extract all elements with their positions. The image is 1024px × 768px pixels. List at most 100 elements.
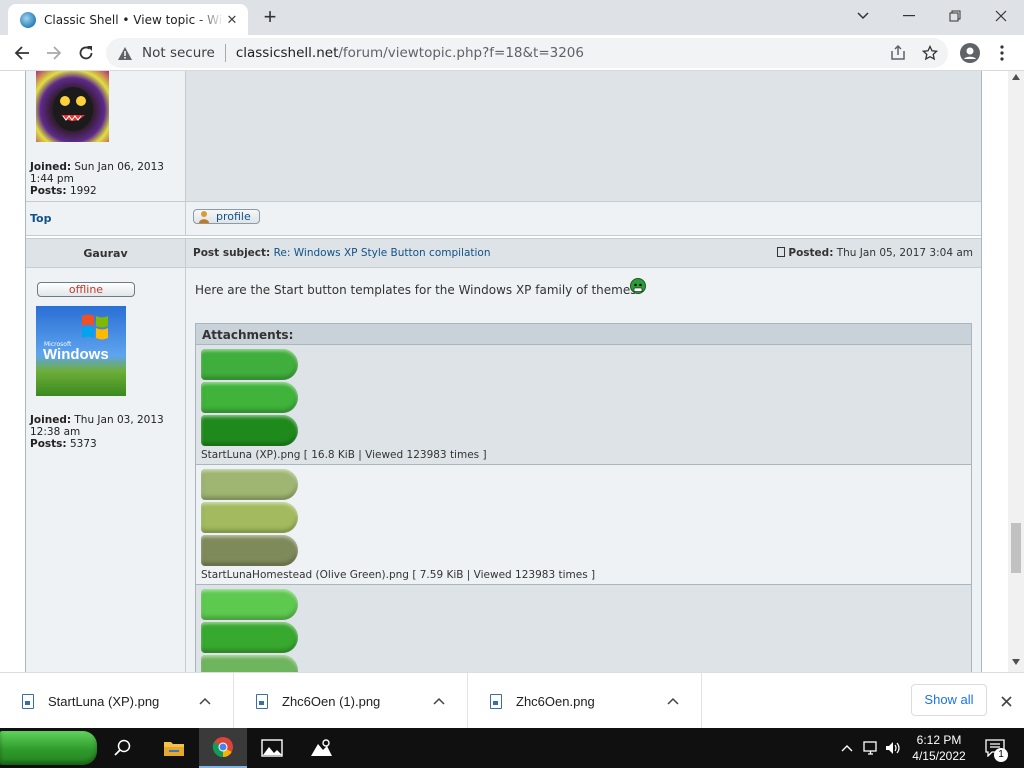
attachment-image[interactable] bbox=[201, 622, 298, 653]
restore-button[interactable] bbox=[932, 0, 978, 32]
paint-app-icon[interactable] bbox=[297, 728, 345, 768]
post-profile: offline Microsoft Windows Joined: Thu Ja… bbox=[26, 268, 185, 672]
chrome-icon[interactable] bbox=[199, 728, 247, 768]
attachment-item[interactable] bbox=[195, 585, 972, 672]
attachment-caption[interactable]: StartLuna (XP).png [ 16.8 KiB | Viewed 1… bbox=[201, 449, 487, 461]
top-link[interactable]: Top bbox=[30, 212, 51, 225]
download-filename: StartLuna (XP).png bbox=[48, 693, 160, 709]
prev-posts-info: Posts: 1992 bbox=[30, 185, 180, 197]
posts-label: Posts: bbox=[30, 185, 67, 197]
browser-toolbar: Not secure classicshell.net/forum/viewto… bbox=[0, 35, 1024, 71]
post-joined-info: Joined: Thu Jan 03, 2013 12:38 am bbox=[30, 414, 180, 438]
post-actions-row: Top profile bbox=[26, 201, 981, 236]
notification-center-icon[interactable]: 1 bbox=[980, 728, 1010, 768]
attachment-image[interactable] bbox=[201, 589, 298, 620]
prev-post-body bbox=[185, 71, 981, 201]
posts-label: Posts: bbox=[30, 438, 67, 450]
profile-avatar-icon[interactable] bbox=[956, 39, 984, 67]
person-icon bbox=[198, 210, 210, 223]
posted-label: Posted: bbox=[788, 247, 834, 259]
tab-title: Classic Shell • View topic - Windows XP … bbox=[44, 12, 224, 27]
joined-label: Joined: bbox=[30, 414, 72, 426]
file-explorer-icon[interactable] bbox=[150, 728, 198, 768]
forward-arrow-icon[interactable] bbox=[40, 39, 68, 67]
windows-xp-avatar[interactable]: Microsoft Windows bbox=[36, 306, 126, 396]
column-divider bbox=[185, 239, 186, 268]
browser-tab[interactable]: Classic Shell • View topic - Windows XP … bbox=[8, 4, 248, 35]
attachment-image[interactable] bbox=[201, 382, 298, 413]
start-button[interactable] bbox=[0, 731, 97, 765]
system-clock[interactable]: 6:12 PM 4/15/2022 bbox=[905, 732, 973, 764]
offline-status-badge: offline bbox=[37, 282, 135, 297]
site-favicon-icon bbox=[20, 11, 36, 28]
avatar[interactable] bbox=[36, 71, 109, 142]
url-path: /forum/viewtopic.php?f=18&t=3206 bbox=[338, 45, 584, 61]
page-scrollbar[interactable] bbox=[1008, 71, 1024, 672]
reload-icon[interactable] bbox=[72, 39, 100, 67]
scroll-up-arrow-icon[interactable] bbox=[1012, 74, 1020, 80]
url-domain: classicshell.net bbox=[235, 45, 339, 61]
address-bar[interactable]: Not secure classicshell.net/forum/viewto… bbox=[106, 38, 948, 68]
download-item[interactable]: Zhc6Oen.png bbox=[468, 673, 702, 729]
network-icon[interactable] bbox=[860, 728, 882, 768]
browser-title-bar: Classic Shell • View topic - Windows XP … bbox=[0, 0, 1024, 35]
chevron-up-icon[interactable] bbox=[663, 692, 683, 710]
profile-button[interactable]: profile bbox=[193, 209, 260, 224]
search-icon[interactable] bbox=[99, 728, 147, 768]
download-item[interactable]: StartLuna (XP).png bbox=[0, 673, 234, 729]
forum-topic-table: Joined: Sun Jan 06, 2013 1:44 pm Posts: … bbox=[25, 71, 982, 672]
post-link-icon[interactable] bbox=[777, 247, 786, 257]
image-file-icon bbox=[22, 693, 34, 709]
url-text[interactable]: classicshell.net/forum/viewtopic.php?f=1… bbox=[236, 45, 584, 61]
close-window-button[interactable] bbox=[978, 0, 1024, 32]
attachment-image[interactable] bbox=[201, 469, 298, 500]
clock-time: 6:12 PM bbox=[916, 733, 962, 747]
tab-search-chevron-icon[interactable] bbox=[840, 0, 886, 32]
attachment-image[interactable] bbox=[201, 655, 298, 672]
share-icon[interactable] bbox=[888, 43, 908, 63]
posts-value: 1992 bbox=[69, 185, 97, 197]
prev-post-profile: Joined: Sun Jan 06, 2013 1:44 pm Posts: … bbox=[26, 71, 185, 201]
posted-value: Thu Jan 05, 2017 3:04 am bbox=[836, 247, 973, 259]
attachments-header: Attachments: bbox=[195, 323, 972, 345]
post-text: Here are the Start button templates for … bbox=[195, 283, 637, 297]
chevron-up-icon[interactable] bbox=[429, 692, 449, 710]
minimize-button[interactable] bbox=[886, 0, 932, 32]
bookmark-star-icon[interactable] bbox=[920, 43, 940, 63]
attachment-item[interactable]: StartLuna (XP).png [ 16.8 KiB | Viewed 1… bbox=[195, 345, 972, 465]
page-viewport: Joined: Sun Jan 06, 2013 1:44 pm Posts: … bbox=[0, 71, 1008, 672]
post-posts-info: Posts: 5373 bbox=[30, 438, 180, 450]
scroll-down-arrow-icon[interactable] bbox=[1012, 659, 1020, 665]
grin-emoji-icon bbox=[630, 278, 646, 294]
new-tab-button[interactable]: + bbox=[258, 6, 282, 30]
show-all-downloads-button[interactable]: Show all bbox=[911, 684, 987, 716]
attachment-item[interactable]: StartLunaHomestead (Olive Green).png [ 7… bbox=[195, 465, 972, 585]
image-file-icon bbox=[490, 693, 502, 709]
avatar-windows-text: Windows bbox=[43, 346, 109, 363]
chevron-up-icon[interactable] bbox=[195, 692, 215, 710]
browser-menu-icon[interactable] bbox=[988, 39, 1016, 67]
subject-link[interactable]: Re: Windows XP Style Button compilation bbox=[274, 247, 491, 259]
windows-flag-icon bbox=[82, 314, 108, 340]
close-tab-icon[interactable]: ✕ bbox=[224, 12, 240, 28]
attachment-caption[interactable]: StartLunaHomestead (Olive Green).png [ 7… bbox=[201, 569, 595, 581]
download-filename: Zhc6Oen.png bbox=[516, 693, 595, 709]
show-hidden-icons-chevron-icon[interactable] bbox=[836, 728, 858, 768]
attachment-image[interactable] bbox=[201, 502, 298, 533]
volume-icon[interactable] bbox=[882, 728, 904, 768]
warning-triangle-icon[interactable] bbox=[116, 44, 134, 62]
prev-joined-info: Joined: Sun Jan 06, 2013 1:44 pm bbox=[30, 161, 180, 185]
security-label[interactable]: Not secure bbox=[142, 45, 215, 61]
attachment-image[interactable] bbox=[201, 349, 298, 380]
photos-app-icon[interactable] bbox=[248, 728, 296, 768]
scrollbar-thumb[interactable] bbox=[1011, 523, 1021, 573]
address-separator bbox=[224, 44, 226, 62]
close-downloads-icon[interactable] bbox=[996, 691, 1016, 711]
back-arrow-icon[interactable] bbox=[8, 39, 36, 67]
posts-value: 5373 bbox=[69, 438, 97, 450]
post-author[interactable]: Gaurav bbox=[26, 247, 185, 260]
download-item[interactable]: Zhc6Oen (1).png bbox=[234, 673, 468, 729]
attachment-image[interactable] bbox=[201, 535, 298, 566]
joined-label: Joined: bbox=[30, 161, 72, 173]
attachment-image[interactable] bbox=[201, 415, 298, 446]
